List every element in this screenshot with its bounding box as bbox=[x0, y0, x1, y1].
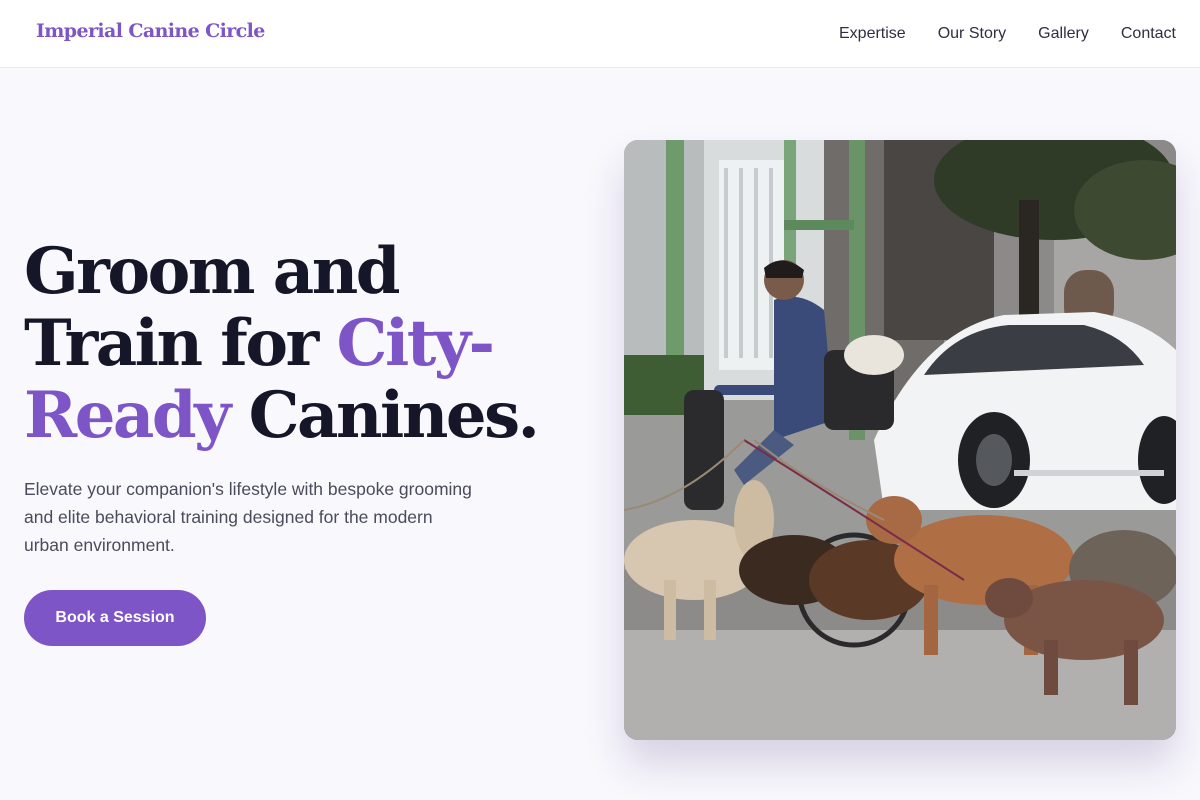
brand-logo[interactable]: Imperial Canine Circle bbox=[36, 20, 265, 42]
hero-subtitle: Elevate your companion's lifestyle with … bbox=[24, 479, 472, 555]
nav-link-expertise[interactable]: Expertise bbox=[839, 24, 906, 44]
main-nav: Expertise Our Story Gallery Contact bbox=[839, 24, 1176, 44]
nav-link-gallery[interactable]: Gallery bbox=[1038, 24, 1089, 44]
hero-title: Groom and Train for City- Ready Canines. bbox=[24, 236, 584, 452]
hero-title-line2: Train for bbox=[24, 306, 337, 381]
nav-link-our-story[interactable]: Our Story bbox=[938, 24, 1006, 44]
hero-photo bbox=[624, 140, 1176, 740]
hero-title-accent-1: City- bbox=[336, 306, 496, 381]
book-session-button[interactable]: Book a Session bbox=[24, 590, 206, 646]
hero-title-line3: Canines. bbox=[228, 378, 540, 453]
nav-link-contact[interactable]: Contact bbox=[1121, 24, 1176, 44]
hero-title-line1: Groom and bbox=[24, 234, 401, 309]
hero-title-accent-2: Ready bbox=[24, 378, 231, 453]
site-header: Imperial Canine Circle Expertise Our Sto… bbox=[0, 0, 1200, 68]
